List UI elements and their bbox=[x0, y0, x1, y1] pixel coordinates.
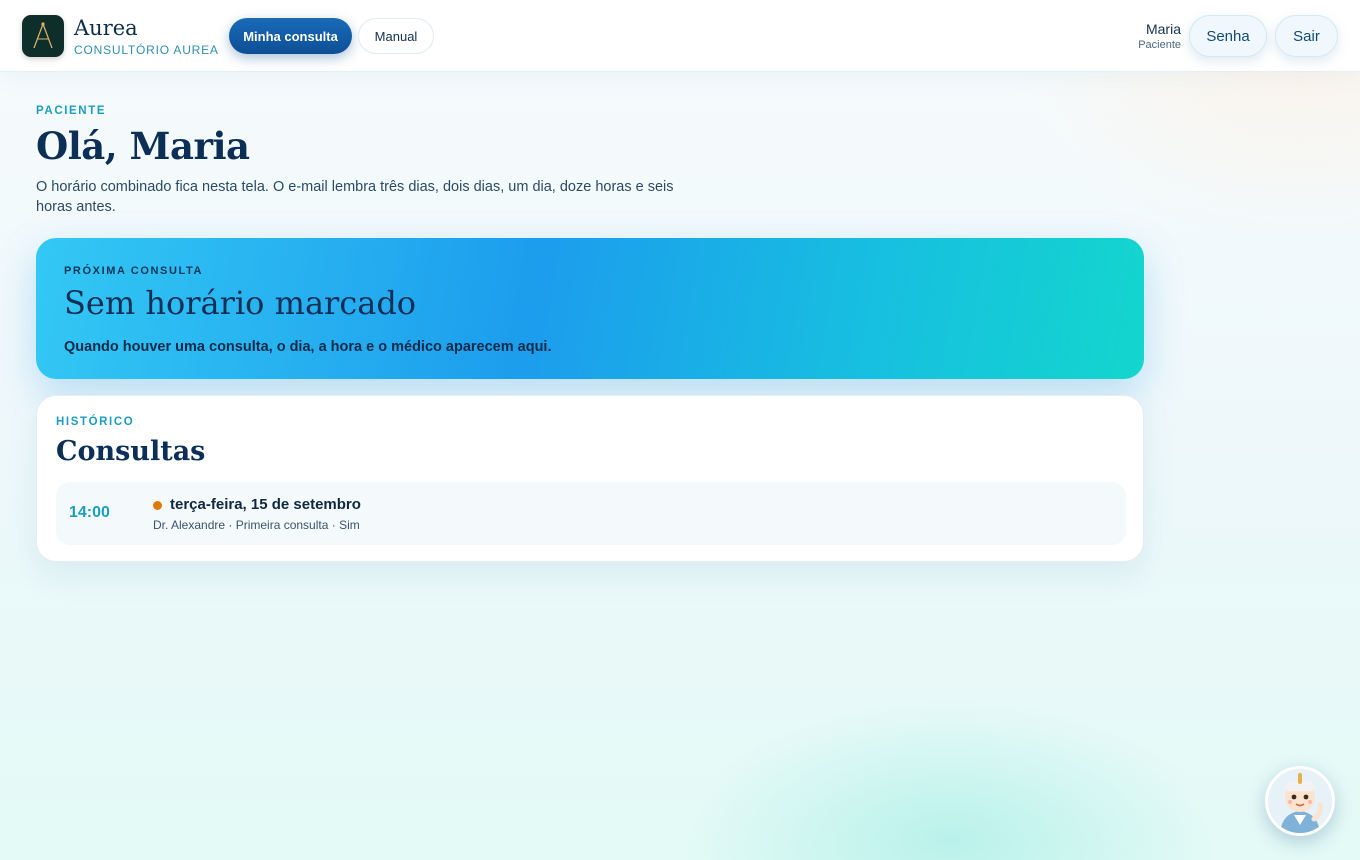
section-eyebrow-paciente: PACIENTE bbox=[36, 105, 107, 117]
history-eyebrow: HISTÓRICO bbox=[56, 416, 135, 428]
doctor-mascot-icon bbox=[1268, 769, 1332, 833]
appointment-details: Dr. Alexandre · Primeira consulta · Sim bbox=[153, 518, 360, 532]
appointment-time: 14:00 bbox=[69, 504, 110, 521]
page-title: Olá, Maria bbox=[36, 124, 250, 168]
brand-logo[interactable] bbox=[22, 15, 64, 57]
nav-minha-consulta-button[interactable]: Minha consulta bbox=[229, 18, 352, 54]
nav-manual-button[interactable]: Manual bbox=[358, 18, 434, 54]
appointment-date: terça-feira, 15 de setembro bbox=[170, 496, 361, 513]
assistant-button[interactable] bbox=[1265, 766, 1335, 836]
history-card: HISTÓRICO Consultas 14:00 terça-feira, 1… bbox=[36, 395, 1144, 562]
status-dot-icon bbox=[153, 501, 162, 510]
user-name: Maria bbox=[1145, 21, 1181, 37]
brand-name: Aurea bbox=[74, 16, 138, 40]
user-role: Paciente bbox=[1138, 39, 1181, 51]
next-appointment-eyebrow: PRÓXIMA CONSULTA bbox=[64, 265, 204, 277]
intro-text: O horário combinado fica nesta tela. O e… bbox=[36, 179, 674, 215]
logout-button[interactable]: Sair bbox=[1275, 15, 1338, 57]
next-appointment-description: Quando houver uma consulta, o dia, a hor… bbox=[64, 339, 552, 355]
history-title: Consultas bbox=[56, 436, 206, 467]
compass-logo-icon bbox=[33, 22, 53, 49]
brand-subtitle: CONSULTÓRIO AUREA bbox=[74, 43, 219, 57]
password-button[interactable]: Senha bbox=[1189, 15, 1267, 57]
top-bar: Aurea CONSULTÓRIO AUREA Minha consulta M… bbox=[0, 0, 1360, 72]
appointment-list-item[interactable]: 14:00 terça-feira, 15 de setembro Dr. Al… bbox=[56, 482, 1126, 545]
next-appointment-title: Sem horário marcado bbox=[64, 284, 417, 322]
next-appointment-card: PRÓXIMA CONSULTA Sem horário marcado Qua… bbox=[36, 238, 1144, 379]
